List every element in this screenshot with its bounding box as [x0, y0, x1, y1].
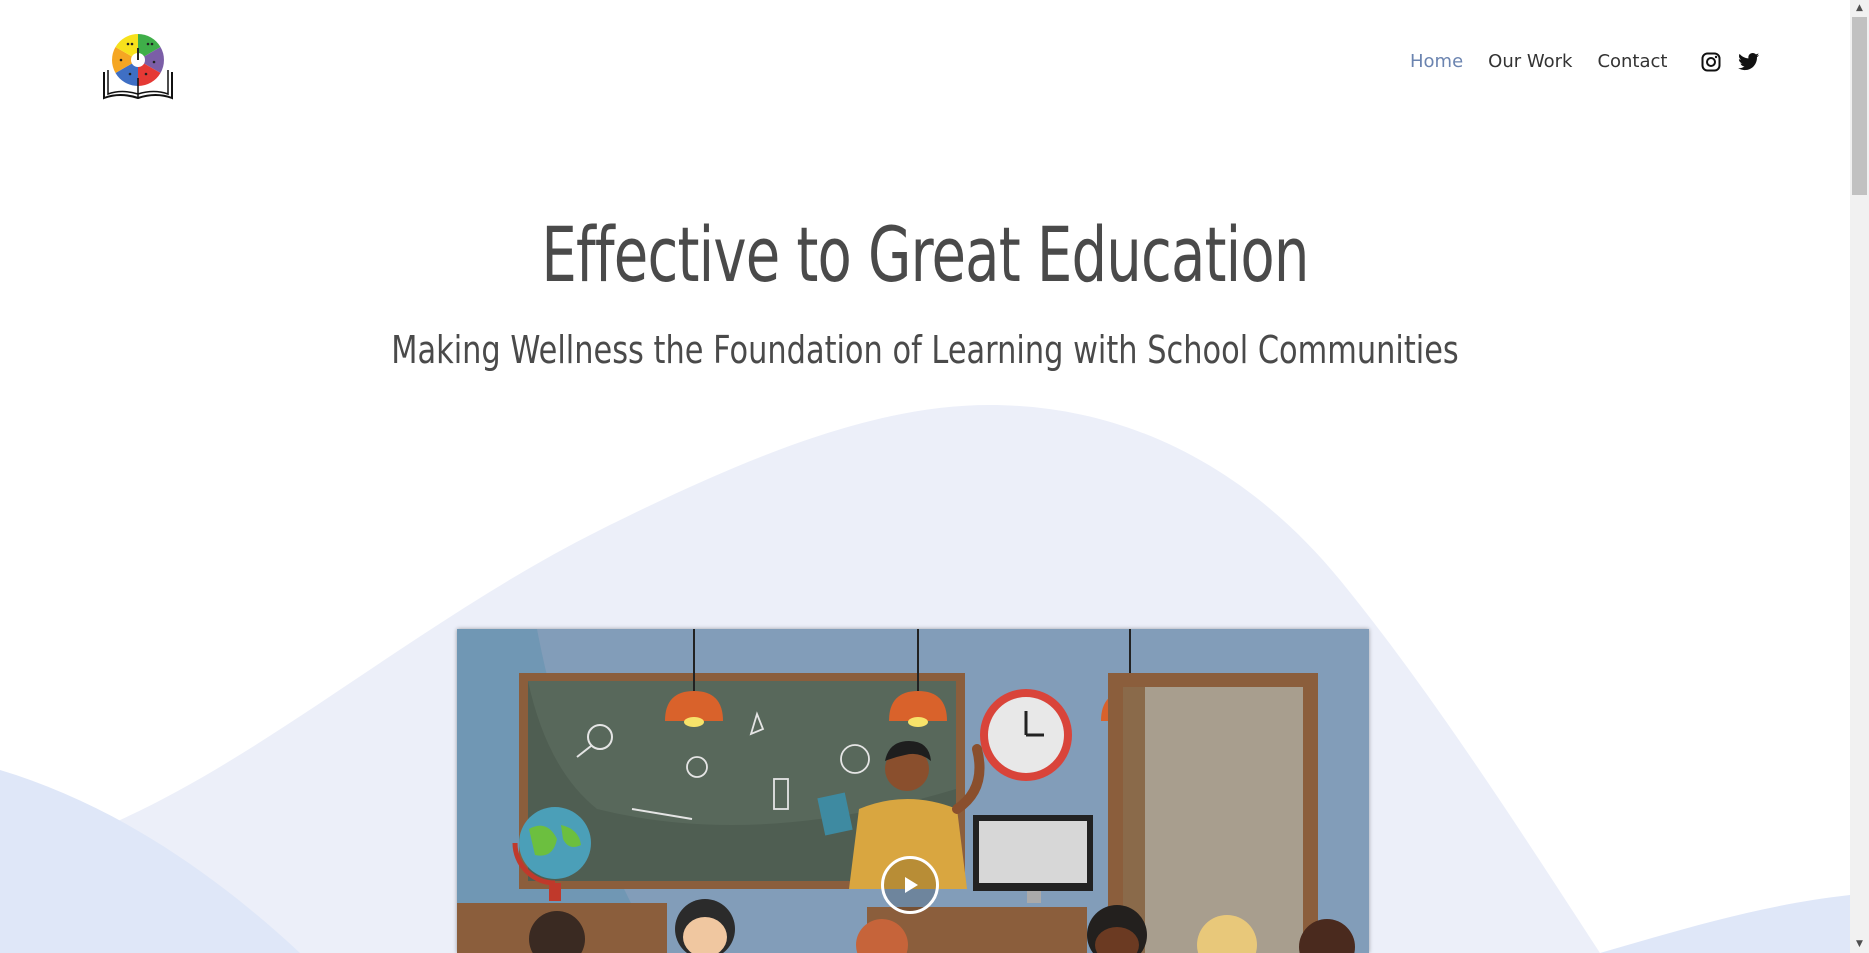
page: Home Our Work Contact Effective to Great…	[0, 0, 1869, 953]
hero-title: Effective to Great Education	[541, 210, 1309, 299]
scroll-thumb[interactable]	[1852, 17, 1867, 195]
play-button[interactable]	[881, 856, 939, 914]
play-icon	[905, 877, 918, 893]
nav-home[interactable]: Home	[1410, 48, 1463, 76]
nav-contact[interactable]: Contact	[1597, 48, 1667, 76]
scroll-down-arrow-icon[interactable]: ▼	[1850, 936, 1869, 953]
social-links	[1700, 51, 1776, 73]
page-scrollbar[interactable]: ▲ ▼	[1850, 0, 1869, 953]
twitter-icon[interactable]	[1738, 51, 1760, 73]
nav-our-work[interactable]: Our Work	[1488, 48, 1572, 76]
hero-video[interactable]	[457, 629, 1369, 953]
scroll-up-arrow-icon[interactable]: ▲	[1850, 0, 1869, 17]
hero-subtitle: Making Wellness the Foundation of Learni…	[391, 328, 1459, 372]
instagram-icon[interactable]	[1700, 51, 1722, 73]
site-logo[interactable]	[100, 22, 176, 102]
main-nav: Home Our Work Contact	[1410, 48, 1776, 76]
